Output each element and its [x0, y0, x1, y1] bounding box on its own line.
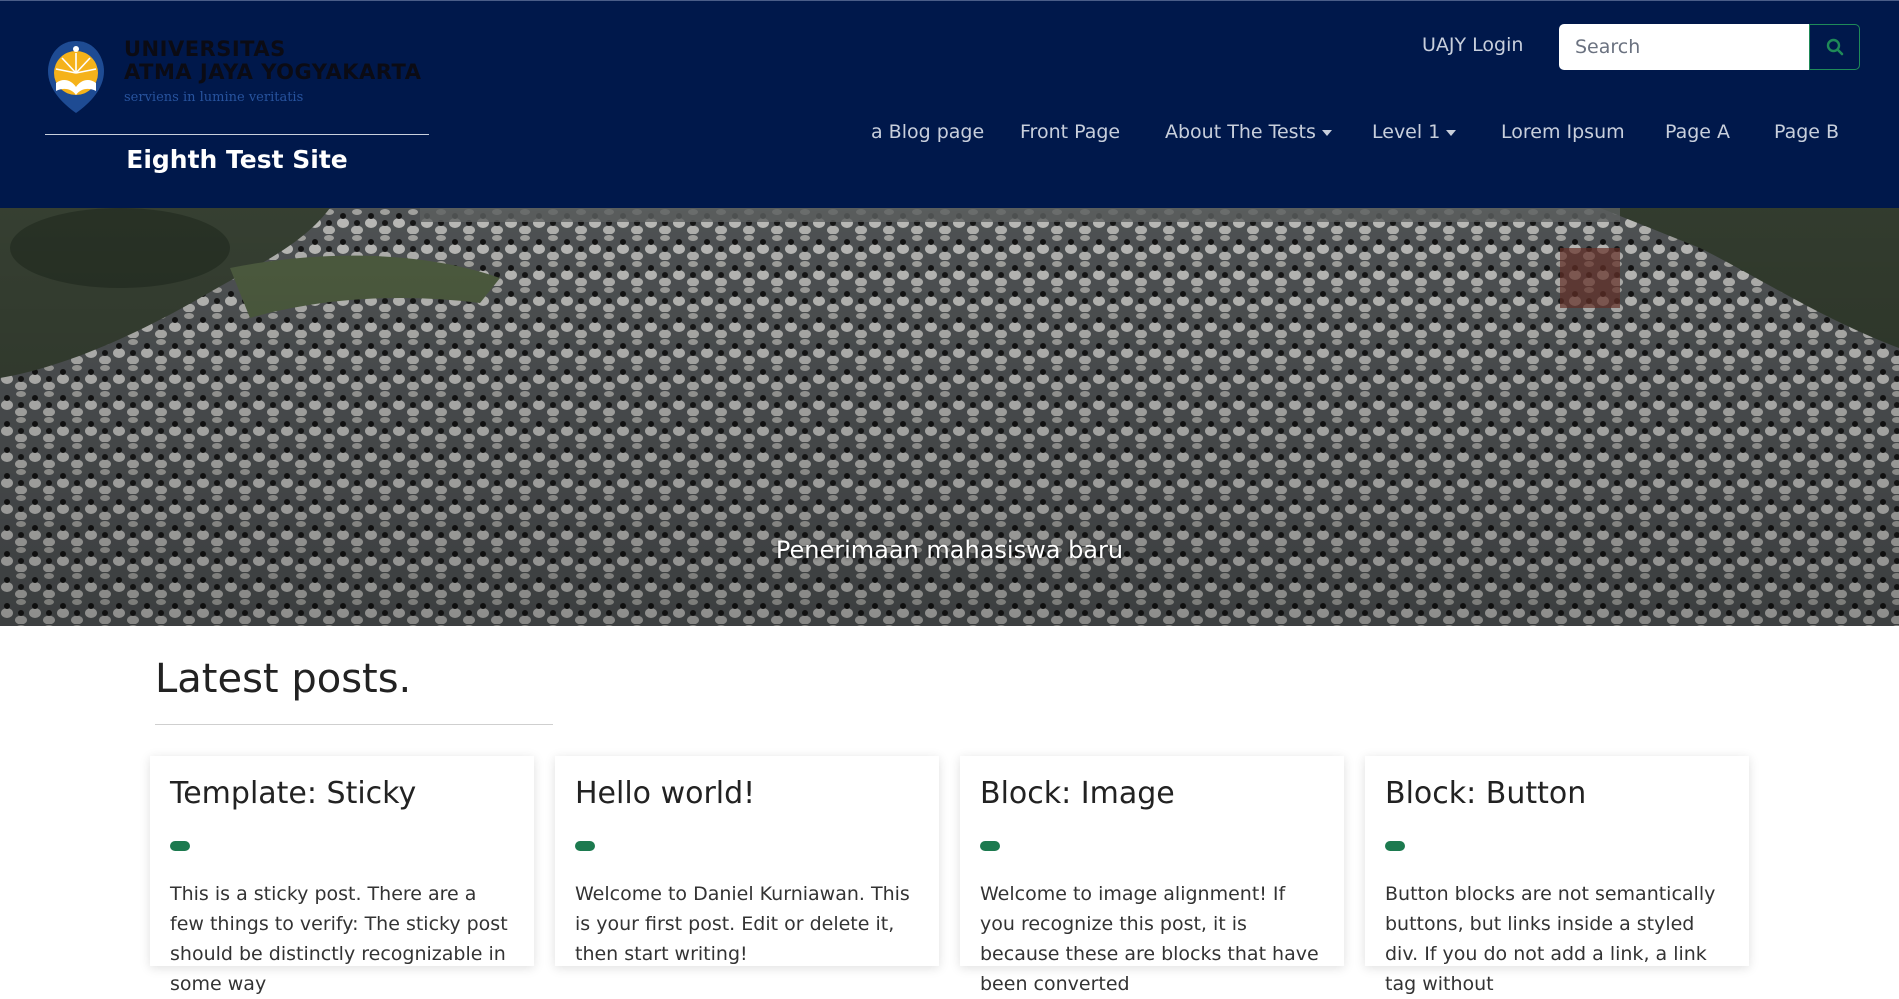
- post-excerpt: Button blocks are not semantically butto…: [1385, 883, 1716, 995]
- site-header: UNIVERSITAS ATMA JAYA YOGYAKARTA servien…: [0, 0, 1899, 208]
- nav-item-page-a[interactable]: Page A: [1665, 121, 1730, 143]
- university-logo[interactable]: UNIVERSITAS ATMA JAYA YOGYAKARTA servien…: [44, 37, 430, 117]
- nav-item-label: Level 1: [1372, 121, 1441, 143]
- post-card-block-button[interactable]: Block: Button Button blocks are not sema…: [1365, 756, 1749, 995]
- logo-tagline: serviens in lumine veritatis: [124, 90, 304, 105]
- post-card-hello-world[interactable]: Hello world! Welcome to Daniel Kurniawan…: [555, 756, 939, 966]
- post-excerpt: This is a sticky post. There are a few t…: [170, 883, 508, 995]
- chevron-down-icon: [1321, 129, 1332, 136]
- logo-divider: [45, 134, 429, 135]
- post-excerpt: Welcome to image alignment! If you recog…: [980, 883, 1319, 995]
- latest-posts-heading: Latest posts.: [155, 656, 412, 702]
- nav-item-front-page[interactable]: Front Page: [1020, 121, 1120, 143]
- post-card-block-image[interactable]: Block: Image Welcome to image alignment!…: [960, 756, 1344, 995]
- search-icon: [1826, 38, 1843, 56]
- nav-item-label: About The Tests: [1165, 121, 1316, 143]
- accent-pill: [980, 841, 1000, 851]
- search-input[interactable]: [1559, 24, 1809, 70]
- nav-item-page-b[interactable]: Page B: [1774, 121, 1839, 143]
- nav-item-level-1[interactable]: Level 1: [1372, 121, 1457, 143]
- hero-banner[interactable]: Penerimaan mahasiswa baru: [0, 208, 1899, 626]
- accent-pill: [170, 841, 190, 851]
- post-title[interactable]: Block: Button: [1385, 776, 1729, 811]
- hero-caption: Penerimaan mahasiswa baru: [775, 536, 1124, 564]
- nav-item-blog-page[interactable]: a Blog page: [871, 121, 984, 143]
- post-excerpt: Welcome to Daniel Kurniawan. This is you…: [575, 883, 910, 965]
- post-card-template-sticky[interactable]: Template: Sticky This is a sticky post. …: [150, 756, 534, 995]
- post-title[interactable]: Hello world!: [575, 776, 919, 811]
- section-divider: [155, 724, 553, 725]
- search-button[interactable]: [1809, 24, 1860, 70]
- nav-item-about-the-tests[interactable]: About The Tests: [1165, 121, 1332, 143]
- site-title[interactable]: Eighth Test Site: [45, 145, 429, 174]
- post-title[interactable]: Block: Image: [980, 776, 1324, 811]
- post-title[interactable]: Template: Sticky: [170, 776, 514, 811]
- logo-line-2: ATMA JAYA YOGYAKARTA: [124, 60, 422, 84]
- accent-pill: [575, 841, 595, 851]
- login-link[interactable]: UAJY Login: [1422, 34, 1523, 56]
- emblem-icon: [48, 41, 104, 113]
- nav-item-lorem-ipsum[interactable]: Lorem Ipsum: [1501, 121, 1625, 143]
- accent-pill: [1385, 841, 1405, 851]
- chevron-down-icon: [1446, 129, 1457, 136]
- logo-line-1: UNIVERSITAS: [124, 37, 286, 61]
